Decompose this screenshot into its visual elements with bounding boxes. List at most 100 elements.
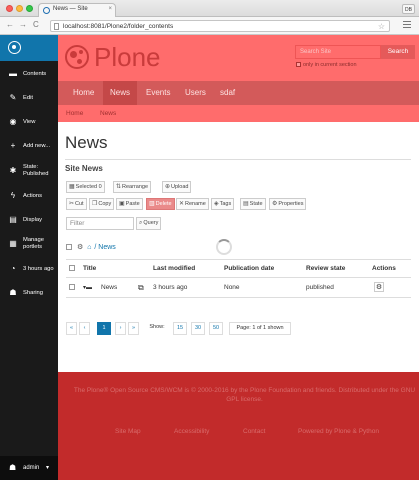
page-title: News bbox=[65, 133, 108, 152]
close-window-button[interactable] bbox=[6, 5, 13, 12]
search-button[interactable]: Search bbox=[381, 45, 415, 59]
nav-tab-sdaf[interactable]: sdaf bbox=[213, 81, 242, 105]
query-button[interactable]: ⌕Query bbox=[136, 217, 162, 230]
column-review-state[interactable]: Review state bbox=[306, 260, 345, 277]
select-all-checkbox[interactable] bbox=[66, 244, 72, 251]
last-page-button[interactable]: » bbox=[128, 322, 139, 335]
sidebar-item-add-new[interactable]: + Add new... bbox=[0, 134, 58, 158]
sidebar-item-label: Contents bbox=[23, 71, 47, 77]
nav-tab-users[interactable]: Users bbox=[178, 81, 213, 105]
footer-link-sitemap[interactable]: Site Map bbox=[115, 428, 141, 435]
page-size-50[interactable]: 50 bbox=[209, 322, 223, 335]
tab-close-icon[interactable]: × bbox=[108, 6, 112, 12]
column-publication-date[interactable]: Publication date bbox=[224, 260, 274, 277]
delete-button[interactable]: ▥Delete bbox=[146, 198, 175, 210]
pencil-icon: ✎ bbox=[9, 93, 17, 102]
state-button[interactable]: ▤State bbox=[240, 198, 266, 210]
selected-button[interactable]: ▦Selected 0 bbox=[66, 181, 105, 193]
sidebar-item-sharing[interactable]: ☗ Sharing bbox=[0, 281, 58, 305]
browser-titlebar: News — Site × DB bbox=[0, 0, 419, 17]
footer-link-powered-by[interactable]: Powered by Plone & Python bbox=[298, 428, 379, 435]
checkbox[interactable] bbox=[296, 62, 301, 68]
user-menu[interactable]: ☗ admin ▾ bbox=[0, 456, 58, 480]
sidebar-item-state[interactable]: ✱ State: Published bbox=[0, 159, 58, 183]
folder-icon: ▬ bbox=[9, 69, 17, 78]
row-checkbox[interactable] bbox=[69, 284, 75, 291]
maximize-window-button[interactable] bbox=[26, 5, 33, 12]
loading-spinner-icon bbox=[216, 239, 232, 255]
bolt-icon: ϟ bbox=[10, 191, 16, 200]
select-all-checkbox[interactable] bbox=[69, 265, 75, 272]
display-icon: ▤ bbox=[9, 215, 17, 224]
page-1-button[interactable]: 1 bbox=[97, 322, 111, 335]
gear-icon[interactable]: ⚙ bbox=[374, 282, 384, 293]
sidebar-item-label: Display bbox=[23, 217, 43, 223]
properties-button[interactable]: ⚙Properties bbox=[269, 198, 307, 210]
nav-tab-home[interactable]: Home bbox=[66, 81, 101, 105]
plus-icon: + bbox=[10, 141, 16, 150]
home-icon[interactable]: ⌂ bbox=[87, 244, 91, 251]
page-icon bbox=[54, 23, 59, 30]
only-current-section-option[interactable]: only in current section bbox=[296, 62, 357, 68]
browser-tab[interactable]: News — Site × bbox=[38, 3, 116, 17]
row-title-link[interactable]: News bbox=[101, 278, 117, 297]
first-page-button[interactable]: « bbox=[66, 322, 77, 335]
table-row[interactable]: ▾▬ News ⧉ 3 hours ago None published ⚙ bbox=[66, 278, 411, 298]
sidebar-item-edit[interactable]: ✎ Edit bbox=[0, 86, 58, 110]
upload-button[interactable]: ⊕Upload bbox=[162, 181, 192, 193]
page-size-30[interactable]: 30 bbox=[191, 322, 205, 335]
back-arrow-icon[interactable]: ← bbox=[6, 20, 14, 29]
gear-icon[interactable]: ⚙ bbox=[77, 244, 83, 251]
filter-input[interactable]: Filter bbox=[66, 217, 134, 230]
tags-button[interactable]: ◈Tags bbox=[211, 198, 235, 210]
sidebar-item-actions[interactable]: ϟ Actions bbox=[0, 184, 58, 208]
footer-link-contact[interactable]: Contact bbox=[243, 428, 265, 435]
rename-button[interactable]: ✕Rename bbox=[176, 198, 209, 210]
column-actions: Actions bbox=[372, 265, 396, 272]
external-link-icon[interactable]: ⧉ bbox=[138, 278, 144, 297]
cut-button[interactable]: ✂Cut bbox=[66, 198, 87, 210]
toolbar-logo[interactable] bbox=[0, 35, 58, 61]
column-last-modified[interactable]: Last modified bbox=[153, 260, 195, 277]
rearrange-button[interactable]: ⇅Rearrange bbox=[113, 181, 152, 193]
bookmark-star-icon[interactable]: ☆ bbox=[378, 21, 385, 32]
browser-menu-icon[interactable] bbox=[403, 21, 411, 28]
paste-icon: ▣ bbox=[119, 201, 125, 207]
sidebar-item-contents[interactable]: ▬ Contents bbox=[0, 62, 58, 86]
site-header: Plone Search Site Search only in current… bbox=[58, 35, 419, 81]
profile-badge[interactable]: DB bbox=[402, 4, 415, 14]
main-navigation: Home News Events Users sdaf bbox=[58, 81, 419, 105]
breadcrumb-home[interactable]: Home bbox=[66, 105, 83, 122]
sidebar-item-label: Add new... bbox=[23, 143, 51, 149]
sidebar-item-view[interactable]: ◉ View bbox=[0, 110, 58, 134]
prev-page-button[interactable]: ‹ bbox=[79, 322, 90, 335]
column-title[interactable]: Title bbox=[83, 260, 96, 277]
page-viewport: ▬ Contents ✎ Edit ◉ View + Add new... ✱ … bbox=[0, 35, 419, 480]
address-bar[interactable]: localhost:8081/Plone2/folder_contents ☆ bbox=[50, 20, 390, 32]
footer-link-accessibility[interactable]: Accessibility bbox=[174, 428, 209, 435]
minimize-window-button[interactable] bbox=[16, 5, 23, 12]
copy-button[interactable]: ❐Copy bbox=[89, 198, 115, 210]
chevron-down-icon: ▾ bbox=[46, 465, 50, 471]
clock-icon: ◔ bbox=[10, 264, 16, 273]
plone-logo-icon[interactable] bbox=[65, 45, 89, 69]
breadcrumb: Home News bbox=[58, 105, 419, 122]
sidebar-item-display[interactable]: ▤ Display bbox=[0, 208, 58, 232]
sidebar-item-manage-portlets[interactable]: ▦ Manage portlets bbox=[0, 232, 58, 256]
next-page-button[interactable]: › bbox=[115, 322, 126, 335]
sidebar-item-label: Manage portlets bbox=[23, 237, 44, 250]
forward-arrow-icon[interactable]: → bbox=[19, 20, 27, 29]
page-size-15[interactable]: 15 bbox=[173, 322, 187, 335]
tag-icon: ◈ bbox=[214, 201, 219, 207]
path-link[interactable]: / News bbox=[94, 244, 115, 251]
row-state: published bbox=[306, 284, 334, 291]
sidebar-item-history[interactable]: ◔ 3 hours ago bbox=[0, 257, 58, 281]
reload-icon[interactable]: C bbox=[33, 20, 39, 29]
site-logo-text[interactable]: Plone bbox=[94, 42, 161, 73]
nav-tab-news[interactable]: News bbox=[103, 81, 138, 105]
breadcrumb-news[interactable]: News bbox=[100, 105, 116, 122]
folder-icon: ▾▬ bbox=[83, 285, 93, 291]
nav-tab-events[interactable]: Events bbox=[139, 81, 177, 105]
search-input[interactable]: Search Site bbox=[295, 45, 381, 59]
paste-button[interactable]: ▣Paste bbox=[116, 198, 143, 210]
